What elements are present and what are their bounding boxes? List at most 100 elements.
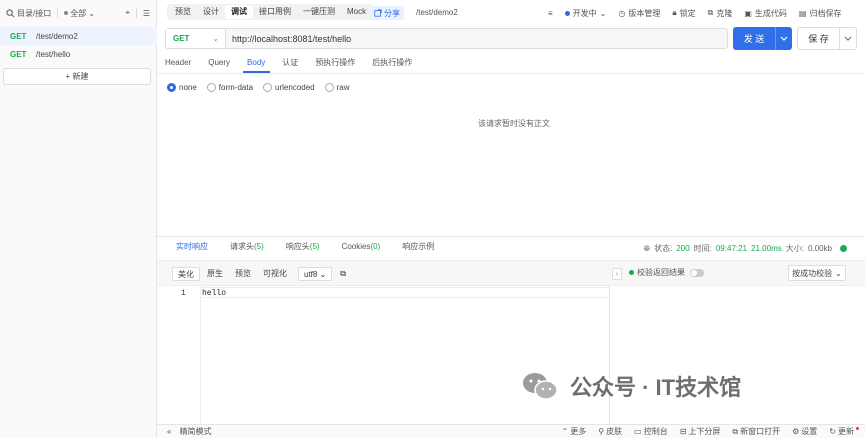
clone-icon: ⧉ [707,8,714,17]
console-button[interactable]: ▭ 控制台 [634,426,668,437]
url-bar: GET ⌄ http://localhost:8081/test/hello [165,28,728,49]
response-editor[interactable]: 1 hello [157,286,610,424]
archive-label: 归档保存 [809,8,842,18]
chevron-down-icon: ⌄ [88,8,95,18]
line-number: 1 [181,289,186,298]
version-button[interactable]: ◷ 版本管理 [618,8,660,19]
split-label: 上下分屏 [688,427,721,436]
lock-button[interactable]: 🔒︎ 锁定 [672,8,695,19]
sort-icon[interactable]: ☰ [143,9,150,18]
tab-response-example[interactable]: 响应示例 [402,239,434,255]
new-window-button[interactable]: ⧉ 新窗口打开 [732,426,780,437]
method-value: GET [173,34,190,43]
tab-cases[interactable]: 接口用例 [253,5,297,19]
codegen-button[interactable]: ▣ 生成代码 [744,8,787,19]
tab-realtime[interactable]: 实时响应 [176,239,208,255]
tab-preview[interactable]: 预览 [169,5,197,19]
collapse-panel-button[interactable]: › [612,268,622,280]
verify-mode-select[interactable]: 按成功校验 ⌄ [788,265,846,281]
tab-body[interactable]: Body [243,54,274,73]
response-tabs: 实时响应 请求头(5) 响应头(5) Cookies(0) 响应示例 [176,239,456,255]
radio-urlencoded[interactable]: urlencoded [263,83,315,92]
tab-post-script[interactable]: 后执行操作 [372,54,421,73]
chevron-down-icon: ⌄ [835,268,842,278]
double-chevron-left-icon[interactable]: « [167,427,171,436]
list-item[interactable]: GET /test/demo2 [0,27,157,45]
copy-icon[interactable]: ⧉ [340,269,346,279]
sidebar-search[interactable]: 目录/接口 [6,8,51,19]
save-button[interactable]: 保 存 [797,27,857,50]
settings-label: 设置 [801,427,818,436]
tab-label: Cookies [341,242,371,251]
clone-button[interactable]: ⧉ 克隆 [708,8,733,19]
method-badge: GET [10,49,27,59]
archive-button[interactable]: ▤ 归档保存 [799,8,842,19]
sidebar-toolbar: 目录/接口 全部 ⌄ ⌖ ☰ [6,6,150,20]
skin-label: 皮肤 [606,427,623,436]
tab-preview-response[interactable]: 预览 [230,267,256,281]
locate-icon[interactable]: ⌖ [125,8,130,18]
url-input[interactable]: http://localhost:8081/test/hello [226,34,351,44]
tab-pre-script[interactable]: 预执行操作 [315,54,364,73]
body-type-options: none form-data urlencoded raw [167,83,350,92]
split-button[interactable]: ⊟ 上下分屏 [680,426,721,437]
empty-body-message: 该请求暂时没有正文 [478,119,550,128]
radio-none[interactable]: none [167,83,197,92]
tab-stress[interactable]: 一键压测 [297,5,341,19]
chevron-down-icon: ⌄ [212,34,219,43]
more-button[interactable]: ⌃ 更多 [562,426,587,437]
top-toolbar: ≡ 开发中 ⌄ ◷ 版本管理 🔒︎ 锁定 ⧉ 克隆 ▣ 生成代码 ▤ 归档保存 [548,6,841,20]
method-select[interactable]: GET ⌄ [166,29,226,48]
compact-mode-label[interactable]: 精简模式 [179,426,211,437]
split-icon: ⊟ [679,427,687,436]
tab-cookies[interactable]: Cookies(0) [342,239,381,255]
gear-icon: ⚙ [792,427,800,436]
terminal-icon: ▭ [634,427,642,436]
tab-query[interactable]: Query [208,54,239,73]
env-selector[interactable]: 开发中 ⌄ [564,8,607,19]
lock-label: 锁定 [679,8,696,18]
update-button[interactable]: ↻ 更新 [829,426,859,437]
verify-toggle[interactable] [690,268,704,277]
tab-raw[interactable]: 原生 [202,267,228,281]
new-button[interactable]: + 新建 [3,68,151,85]
radio-circle-icon [167,83,176,92]
chevron-down-icon: ⌄ [599,8,607,18]
divider [135,8,137,18]
radio-circle-icon [263,83,273,92]
watermark: 公众号 · IT技术馆 [520,370,741,402]
sidebar-filter[interactable]: 全部 ⌄ [64,8,95,19]
settings-button[interactable]: ⚙ 设置 [792,426,817,437]
tab-response-headers[interactable]: 响应头(5) [286,239,320,255]
format-icon[interactable]: ≡ [548,9,553,18]
tab-mock[interactable]: Mock [341,5,372,19]
verify-mode-value: 按成功校验 [792,268,833,278]
radio-label: raw [336,83,350,92]
tab-debug[interactable]: 调试 [225,5,253,19]
update-label: 更新 [838,427,854,436]
tab-design[interactable]: 设计 [197,5,225,19]
radio-label: form-data [218,83,254,92]
console-label: 控制台 [643,427,668,436]
radio-raw[interactable]: raw [324,83,350,92]
list-item[interactable]: GET /test/hello [0,45,157,63]
status-label: 状态: [654,244,673,253]
share-label: 分享 [384,8,400,18]
send-button[interactable]: 发 送 [733,27,792,50]
env-dot-icon [564,10,570,16]
divider [157,236,865,237]
encoding-select[interactable]: utf8 ⌄ [298,266,333,281]
send-dropdown[interactable] [775,27,792,50]
tab-visualize[interactable]: 可视化 [258,267,292,281]
radio-form-data[interactable]: form-data [206,83,254,92]
skin-button[interactable]: ⚲ 皮肤 [598,426,622,437]
save-dropdown[interactable] [839,28,856,49]
status-value: 200 [676,244,690,253]
tab-header[interactable]: Header [165,54,200,73]
tab-auth[interactable]: 认证 [282,54,307,73]
method-badge: GET [10,31,27,41]
tab-request-headers[interactable]: 请求头(5) [230,239,264,255]
view-tabs: 美化 原生 预览 可视化 utf8 ⌄ ⧉ [172,266,346,281]
tab-beautify[interactable]: 美化 [172,266,200,281]
share-button[interactable]: 分享 [370,6,404,20]
